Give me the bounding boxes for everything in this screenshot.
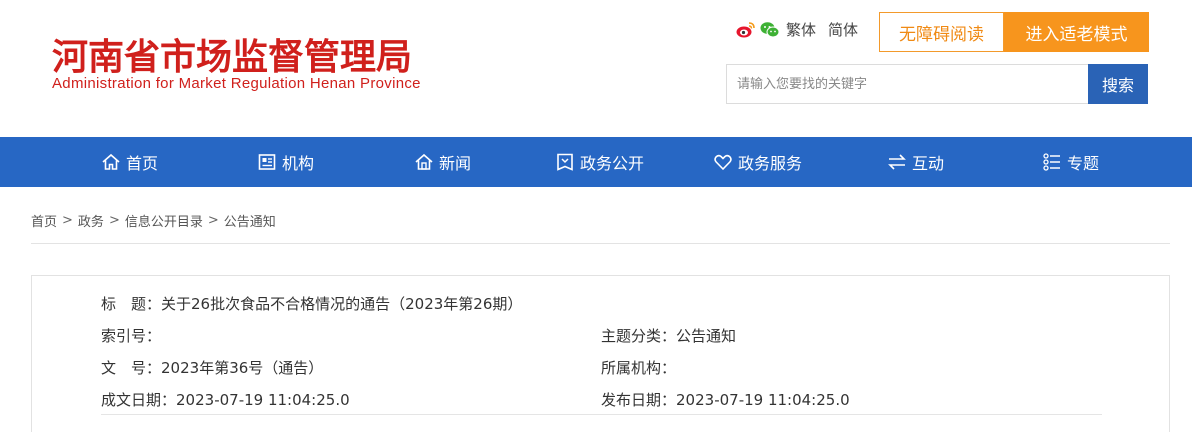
info-index: 索引号： [101,325,161,346]
info-index-label: 索引号： [101,327,162,345]
gov-open-icon [557,153,573,171]
info-topic-value: 公告通知 [676,327,737,345]
info-published-label: 发布日期： [601,391,677,409]
breadcrumb-notices[interactable]: 公告通知 [224,211,276,230]
breadcrumb: 首页 > 政务 > 信息公开目录 > 公告通知 [31,211,276,230]
search-button[interactable]: 搜索 [1088,64,1148,104]
search-input[interactable] [727,65,1088,103]
breadcrumb-catalog[interactable]: 信息公开目录 [125,211,203,230]
nav-item-home[interactable]: 首页 [101,137,158,187]
weibo-icon[interactable] [736,21,756,39]
nav-label: 政务服务 [738,154,803,173]
info-docno: 文 号：2023年第36号（通告） [101,357,323,378]
breadcrumb-separator: > [62,213,73,228]
breadcrumb-separator: > [108,213,120,228]
main-nav: 首页 机构 新闻 政务公开 政务服务 互动 专题 [0,137,1192,187]
accessibility-reading-button[interactable]: 无障碍阅读 [879,12,1004,52]
info-divider [101,414,1102,415]
breadcrumb-home[interactable]: 首页 [31,211,57,230]
nav-item-org[interactable]: 机构 [257,137,314,187]
info-title-value: 关于26批次食品不合格情况的通告（2023年第26期） [161,295,523,313]
nav-label: 新闻 [439,154,472,173]
topic-icon [1043,153,1060,171]
traditional-chinese-link[interactable]: 繁体 [786,19,816,40]
info-title: 标 题：关于26批次食品不合格情况的通告（2023年第26期） [101,293,522,314]
info-topic: 主题分类：公告通知 [601,325,736,346]
info-written-date: 成文日期：2023-07-19 11:04:25.0 [101,389,350,410]
info-published-value: 2023-07-19 11:04:25.0 [676,391,850,409]
nav-item-interact[interactable]: 互动 [887,137,944,187]
site-header: 河南省市场监督管理局 Administration for Market Reg… [0,0,1192,137]
nav-label: 首页 [126,154,159,173]
nav-item-topic[interactable]: 专题 [1042,137,1099,187]
social-links [736,20,780,40]
site-logo-title[interactable]: 河南省市场监督管理局 [52,28,412,80]
org-icon [258,154,276,170]
interact-icon [888,154,906,170]
info-org: 所属机构： [601,357,676,378]
nav-item-gov-service[interactable]: 政务服务 [713,137,802,187]
simplified-chinese-link[interactable]: 简体 [828,19,858,40]
heart-icon [714,154,732,171]
nav-label: 互动 [912,154,945,173]
news-icon [415,153,433,170]
breadcrumb-divider [31,243,1170,244]
info-topic-label: 主题分类： [601,327,677,345]
nav-label: 专题 [1067,154,1100,173]
breadcrumb-gov[interactable]: 政务 [78,211,104,230]
info-published-date: 发布日期：2023-07-19 11:04:25.0 [601,389,850,410]
breadcrumb-separator: > [207,213,219,228]
info-title-label: 标 题： [101,295,162,313]
wechat-icon[interactable] [760,21,780,39]
document-info-panel: 标 题：关于26批次食品不合格情况的通告（2023年第26期） 索引号： 主题分… [31,275,1170,432]
home-icon [102,153,120,170]
search-box [726,64,1089,104]
site-logo-subtitle: Administration for Market Regulation Hen… [52,75,421,92]
info-docno-label: 文 号： [101,359,162,377]
nav-item-news[interactable]: 新闻 [414,137,471,187]
nav-label: 机构 [282,154,315,173]
info-docno-value: 2023年第36号（通告） [161,359,324,377]
nav-item-gov-open[interactable]: 政务公开 [555,137,644,187]
nav-label: 政务公开 [580,154,645,173]
info-org-label: 所属机构： [601,359,677,377]
info-written-label: 成文日期： [101,391,177,409]
elder-mode-button[interactable]: 进入适老模式 [1004,12,1149,52]
info-written-value: 2023-07-19 11:04:25.0 [176,391,350,409]
